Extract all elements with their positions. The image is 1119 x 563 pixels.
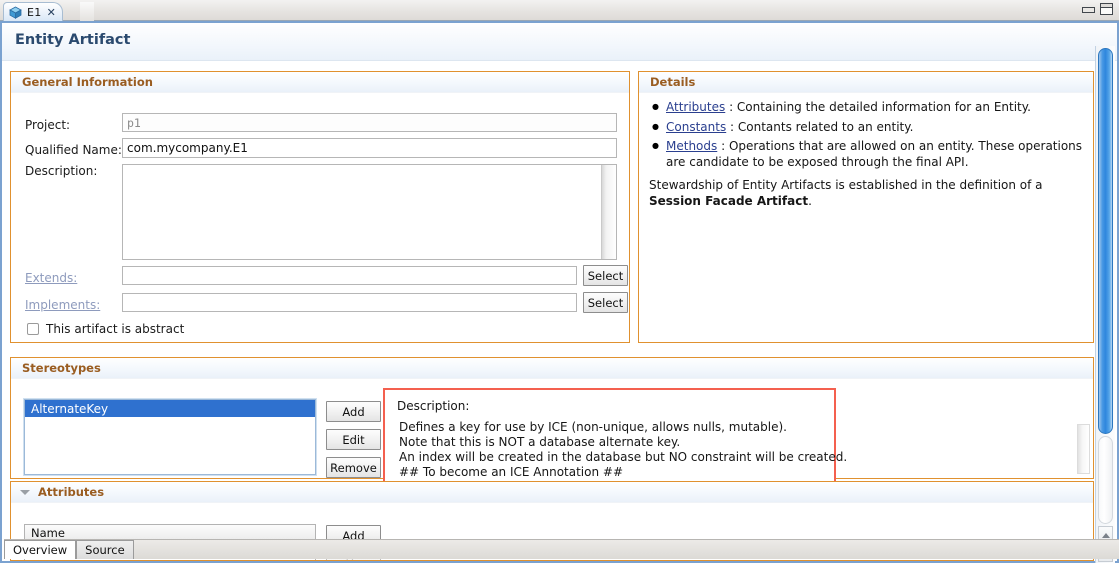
close-icon[interactable]: ✕ xyxy=(47,7,56,18)
implements-link-label[interactable]: Implements: xyxy=(25,298,100,312)
details-paragraph-strong: Session Facade Artifact xyxy=(649,193,809,208)
implements-select-button[interactable]: Select xyxy=(583,292,628,313)
implements-field[interactable] xyxy=(122,293,577,312)
stereotypes-listbox[interactable]: AlternateKey xyxy=(24,399,316,475)
scrollbar-thumb[interactable] xyxy=(1098,48,1113,434)
stereotype-description-text: Defines a key for use by ICE (non-unique… xyxy=(399,420,848,479)
stereotype-add-button[interactable]: Add xyxy=(326,401,381,422)
list-item: Attributes : Containing the detailed inf… xyxy=(652,99,1083,116)
abstract-checkbox[interactable] xyxy=(27,323,39,335)
editor-vertical-scrollbar[interactable] xyxy=(1095,46,1115,563)
description-scrollbar[interactable] xyxy=(601,165,616,259)
maximize-icon[interactable] xyxy=(1100,3,1113,15)
methods-link[interactable]: Methods xyxy=(666,139,717,153)
attributes-link[interactable]: Attributes xyxy=(666,100,725,114)
list-item: Methods : Operations that are allowed on… xyxy=(652,138,1083,170)
details-paragraph-pre: Stewardship of Entity Artifacts is estab… xyxy=(649,178,1043,192)
details-paragraph-post: . xyxy=(808,193,812,208)
window-controls xyxy=(1082,3,1113,15)
list-item: Constants : Contants related to an entit… xyxy=(652,119,1083,136)
qualified-name-label: Qualified Name: xyxy=(25,143,122,157)
details-body: Attributes : Containing the detailed inf… xyxy=(639,93,1093,209)
section-general-information: General Information Project: p1 Qualifie… xyxy=(10,71,630,343)
arrow-up-icon xyxy=(1101,532,1110,538)
section-stereotypes: Stereotypes AlternateKey Add Edit Remove… xyxy=(10,357,1094,484)
form-header: Entity Artifact xyxy=(2,23,1117,61)
constants-link[interactable]: Constants xyxy=(666,120,726,134)
section-header-attributes: Attributes xyxy=(11,482,1093,503)
minimize-icon[interactable] xyxy=(1082,5,1095,14)
tab-strip-filler xyxy=(80,2,94,21)
section-header-general-information: General Information xyxy=(11,72,629,93)
stereotype-description-label: Description: xyxy=(397,399,470,413)
editor-body: Entity Artifact General Information Proj… xyxy=(0,21,1119,563)
list-item-text: : Containing the detailed information fo… xyxy=(725,100,1031,114)
abstract-checkbox-row[interactable]: This artifact is abstract xyxy=(27,322,184,336)
section-header-stereotypes: Stereotypes xyxy=(11,358,1093,379)
tab-source[interactable]: Source xyxy=(76,540,134,559)
editor-tab-label: E1 xyxy=(27,5,42,19)
cube-icon xyxy=(9,6,22,19)
stereotype-remove-button[interactable]: Remove xyxy=(326,457,381,478)
extends-select-button[interactable]: Select xyxy=(583,265,628,286)
chevron-down-icon[interactable] xyxy=(20,489,30,495)
page-title: Entity Artifact xyxy=(15,32,131,48)
section-title: Details xyxy=(650,75,696,89)
project-label: Project: xyxy=(25,118,71,132)
tab-overview[interactable]: Overview xyxy=(4,540,77,559)
stereotype-description-highlight: Description: Defines a key for use by IC… xyxy=(383,388,847,484)
description-textarea[interactable] xyxy=(122,164,617,260)
section-details: Details Attributes : Containing the deta… xyxy=(638,71,1094,343)
extends-field[interactable] xyxy=(122,266,577,285)
section-header-details: Details xyxy=(639,72,1093,93)
description-label: Description: xyxy=(25,164,98,178)
project-field: p1 xyxy=(122,113,617,132)
entity-artifact-editor: E1 ✕ Entity Artifact General Information… xyxy=(0,0,1119,563)
qualified-name-field[interactable]: com.mycompany.E1 xyxy=(122,138,617,158)
list-item[interactable]: AlternateKey xyxy=(25,400,315,417)
editor-tab-e1[interactable]: E1 ✕ xyxy=(3,2,63,21)
extends-link-label[interactable]: Extends: xyxy=(25,271,77,285)
section-title: General Information xyxy=(22,75,153,89)
scrollbar-track[interactable] xyxy=(1098,436,1113,524)
section-title: Attributes xyxy=(38,485,105,499)
details-paragraph: Stewardship of Entity Artifacts is estab… xyxy=(649,178,1083,209)
list-item-text: : Operations that are allowed on an enti… xyxy=(666,139,1083,169)
section-title: Stereotypes xyxy=(22,361,101,375)
abstract-checkbox-label: This artifact is abstract xyxy=(46,322,185,336)
stereotypes-panel-scrollbar[interactable] xyxy=(1077,424,1090,474)
list-item-text: : Contants related to an entity. xyxy=(726,119,914,134)
window-titlebar: E1 ✕ xyxy=(0,0,1119,21)
editor-bottom-tabs: Overview Source xyxy=(4,539,1119,559)
details-list: Attributes : Containing the detailed inf… xyxy=(649,99,1083,170)
stereotype-edit-button[interactable]: Edit xyxy=(326,429,381,450)
